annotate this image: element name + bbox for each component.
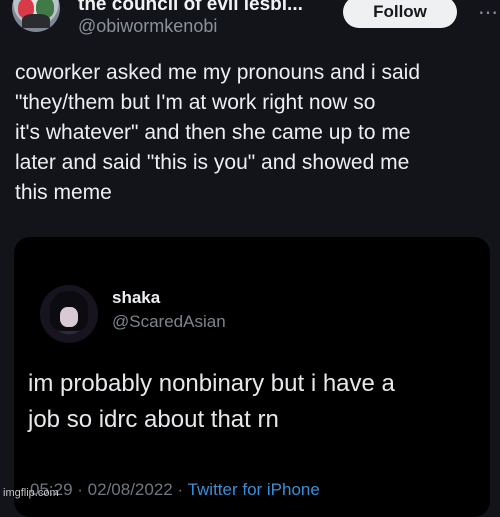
tweet-date: 02/08/2022 xyxy=(87,480,173,499)
avatar-figure-bottom xyxy=(22,14,50,28)
tweet-source-link[interactable]: Twitter for iPhone xyxy=(188,480,320,499)
more-icon[interactable]: ⋯ xyxy=(478,0,499,25)
quoted-display-name[interactable]: shaka xyxy=(112,288,160,308)
user-handle[interactable]: @obiwormkenobi xyxy=(78,16,217,37)
quoted-avatar[interactable] xyxy=(40,285,98,343)
profile-avatar[interactable] xyxy=(12,0,60,32)
meta-separator: · xyxy=(72,480,88,499)
quoted-handle[interactable]: @ScaredAsian xyxy=(112,312,226,332)
follow-button[interactable]: Follow xyxy=(343,0,457,28)
meta-separator: · xyxy=(172,480,188,499)
watermark: imgflip.com xyxy=(3,487,59,499)
tweet-meta: 05:29 · 02/08/2022 · Twitter for iPhone xyxy=(30,480,320,500)
avatar-face xyxy=(60,307,78,327)
display-name[interactable]: the council of evil lesbi... xyxy=(78,0,303,16)
tweet-text: coworker asked me my pronouns and i said… xyxy=(15,61,421,204)
quoted-text: im probably nonbinary but i have a job s… xyxy=(28,370,395,433)
